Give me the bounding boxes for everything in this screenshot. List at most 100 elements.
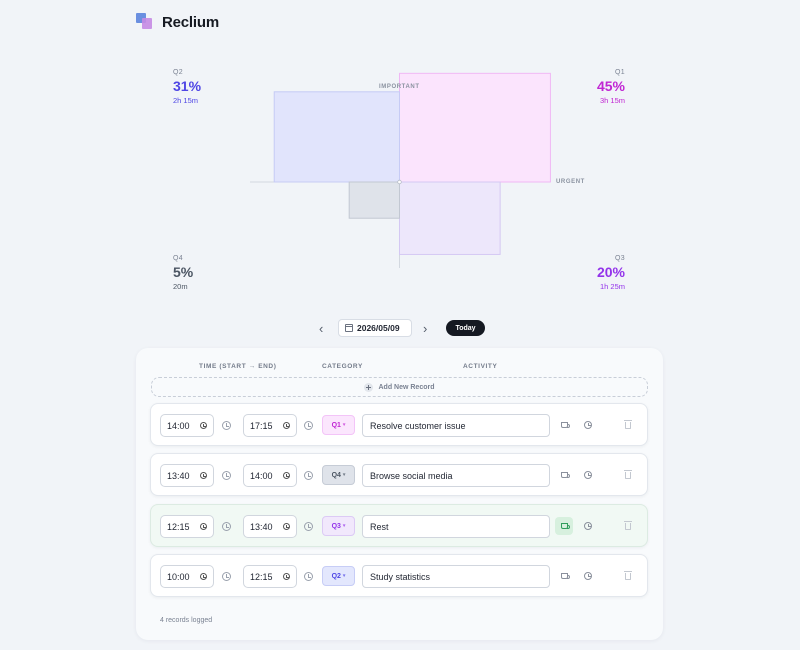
records-count: 4 records logged bbox=[160, 617, 213, 624]
break-toggle-button[interactable] bbox=[555, 466, 573, 484]
add-record-label: Add New Record bbox=[378, 383, 435, 391]
quadrant-q3-stat: Q3 20% 1h 25m bbox=[597, 255, 625, 291]
delete-record-button[interactable] bbox=[619, 517, 637, 535]
matrix-chart bbox=[250, 72, 551, 268]
start-clock-icon[interactable] bbox=[222, 421, 231, 430]
trash-icon bbox=[624, 469, 632, 479]
delete-record-button[interactable] bbox=[619, 466, 637, 484]
end-time-input[interactable]: 14:00 bbox=[243, 464, 297, 487]
break-toggle-button[interactable] bbox=[555, 567, 573, 585]
coffee-cup-icon bbox=[560, 523, 570, 529]
add-record-button[interactable]: Add New Record bbox=[151, 377, 648, 397]
quadrant-q2-time: 2h 15m bbox=[173, 96, 199, 105]
quadrant-q4-stat: Q4 5% 20m bbox=[173, 255, 193, 291]
start-clock-icon[interactable] bbox=[222, 471, 231, 480]
category-value: Q4 bbox=[331, 471, 341, 479]
quadrant-q2-stat: Q2 31% 2h 15m bbox=[173, 69, 201, 105]
category-select[interactable]: Q4 ▾ bbox=[322, 465, 355, 485]
quadrant-q1-time: 3h 15m bbox=[599, 96, 625, 105]
end-clock-icon[interactable] bbox=[304, 421, 313, 430]
end-time-input[interactable]: 12:15 bbox=[243, 565, 297, 588]
quadrant-q2-area bbox=[273, 91, 401, 183]
end-clock-icon[interactable] bbox=[304, 572, 313, 581]
start-time-value: 10:00 bbox=[167, 571, 190, 582]
axis-urgent-label: URGENT bbox=[556, 179, 585, 185]
quadrant-q4-area bbox=[348, 181, 401, 219]
trash-icon bbox=[624, 520, 632, 530]
end-time-value: 13:40 bbox=[250, 521, 273, 532]
category-select[interactable]: Q2 ▾ bbox=[322, 566, 355, 586]
quadrant-q3-area bbox=[399, 181, 501, 255]
history-icon bbox=[584, 471, 592, 479]
matrix-origin bbox=[397, 179, 402, 185]
start-time-input[interactable]: 10:00 bbox=[160, 565, 214, 588]
start-time-input[interactable]: 13:40 bbox=[160, 464, 214, 487]
clock-icon bbox=[283, 573, 290, 580]
chevron-down-icon: ▾ bbox=[342, 523, 346, 529]
date-navigation: ‹ 2026/05/09 › Today bbox=[0, 319, 800, 339]
clock-icon bbox=[200, 573, 207, 580]
history-button[interactable] bbox=[579, 567, 597, 585]
clock-icon bbox=[200, 422, 207, 429]
axis-important-label: IMPORTANT bbox=[379, 84, 420, 90]
quadrant-q3-label: Q3 bbox=[615, 255, 625, 262]
chevron-down-icon: ▾ bbox=[342, 573, 346, 579]
record-row: 13:40 14:00 Q4 ▾ Browse social media bbox=[150, 453, 648, 496]
quadrant-q1-percent: 45% bbox=[596, 78, 625, 94]
delete-record-button[interactable] bbox=[619, 567, 637, 585]
quadrant-q2-percent: 31% bbox=[173, 78, 202, 94]
eisenhower-matrix: IMPORTANT URGENT Q2 31% 2h 15m Q1 45% 3h… bbox=[0, 0, 800, 310]
end-time-value: 17:15 bbox=[250, 420, 273, 431]
history-button[interactable] bbox=[579, 416, 597, 434]
trash-icon bbox=[624, 419, 632, 429]
chevron-down-icon: ▾ bbox=[342, 422, 346, 428]
quadrant-q4-label: Q4 bbox=[173, 255, 183, 262]
quadrant-q4-time: 20m bbox=[173, 282, 188, 291]
history-button[interactable] bbox=[579, 466, 597, 484]
end-clock-icon[interactable] bbox=[304, 471, 313, 480]
history-button[interactable] bbox=[579, 517, 597, 535]
end-clock-icon[interactable] bbox=[304, 522, 313, 531]
category-select[interactable]: Q1 ▾ bbox=[322, 415, 355, 435]
current-date: 2026/05/09 bbox=[357, 323, 400, 333]
break-toggle-button[interactable] bbox=[555, 416, 573, 434]
quadrant-q1-area bbox=[399, 72, 551, 183]
date-picker[interactable]: 2026/05/09 bbox=[338, 319, 412, 337]
prev-day-button[interactable]: ‹ bbox=[319, 321, 323, 336]
start-time-input[interactable]: 14:00 bbox=[160, 414, 214, 437]
record-row: 12:15 13:40 Q3 ▾ Rest bbox=[150, 504, 648, 547]
clock-icon bbox=[283, 523, 290, 530]
end-time-input[interactable]: 13:40 bbox=[243, 515, 297, 538]
trash-icon bbox=[624, 570, 632, 580]
record-row: 10:00 12:15 Q2 ▾ Study statistics bbox=[150, 554, 648, 597]
next-day-button[interactable]: › bbox=[423, 321, 427, 336]
history-icon bbox=[584, 572, 592, 580]
quadrant-q1-stat: Q1 45% 3h 15m bbox=[597, 69, 625, 105]
start-clock-icon[interactable] bbox=[222, 572, 231, 581]
today-button[interactable]: Today bbox=[446, 320, 485, 336]
start-time-value: 13:40 bbox=[167, 470, 190, 481]
end-time-value: 14:00 bbox=[250, 470, 273, 481]
end-time-input[interactable]: 17:15 bbox=[243, 414, 297, 437]
header-time: TIME (START → END) bbox=[199, 363, 277, 370]
category-select[interactable]: Q3 ▾ bbox=[322, 516, 355, 536]
records-panel: TIME (START → END) CATEGORY ACTIVITY Add… bbox=[136, 348, 663, 640]
chevron-down-icon: ▾ bbox=[342, 472, 346, 478]
history-icon bbox=[584, 522, 592, 530]
clock-icon bbox=[200, 472, 207, 479]
break-toggle-button[interactable] bbox=[555, 517, 573, 535]
start-time-input[interactable]: 12:15 bbox=[160, 515, 214, 538]
clock-icon bbox=[283, 472, 290, 479]
quadrant-q1-label: Q1 bbox=[615, 69, 625, 76]
header-activity: ACTIVITY bbox=[463, 363, 498, 370]
coffee-cup-icon bbox=[560, 472, 570, 478]
record-row: 14:00 17:15 Q1 ▾ Resolve customer issue bbox=[150, 403, 648, 446]
quadrant-q2-label: Q2 bbox=[173, 69, 183, 76]
category-value: Q2 bbox=[331, 572, 341, 580]
delete-record-button[interactable] bbox=[619, 416, 637, 434]
activity-input[interactable]: Browse social media bbox=[362, 464, 550, 487]
activity-input[interactable]: Rest bbox=[362, 515, 550, 538]
activity-input[interactable]: Resolve customer issue bbox=[362, 414, 550, 437]
start-clock-icon[interactable] bbox=[222, 522, 231, 531]
activity-input[interactable]: Study statistics bbox=[362, 565, 550, 588]
